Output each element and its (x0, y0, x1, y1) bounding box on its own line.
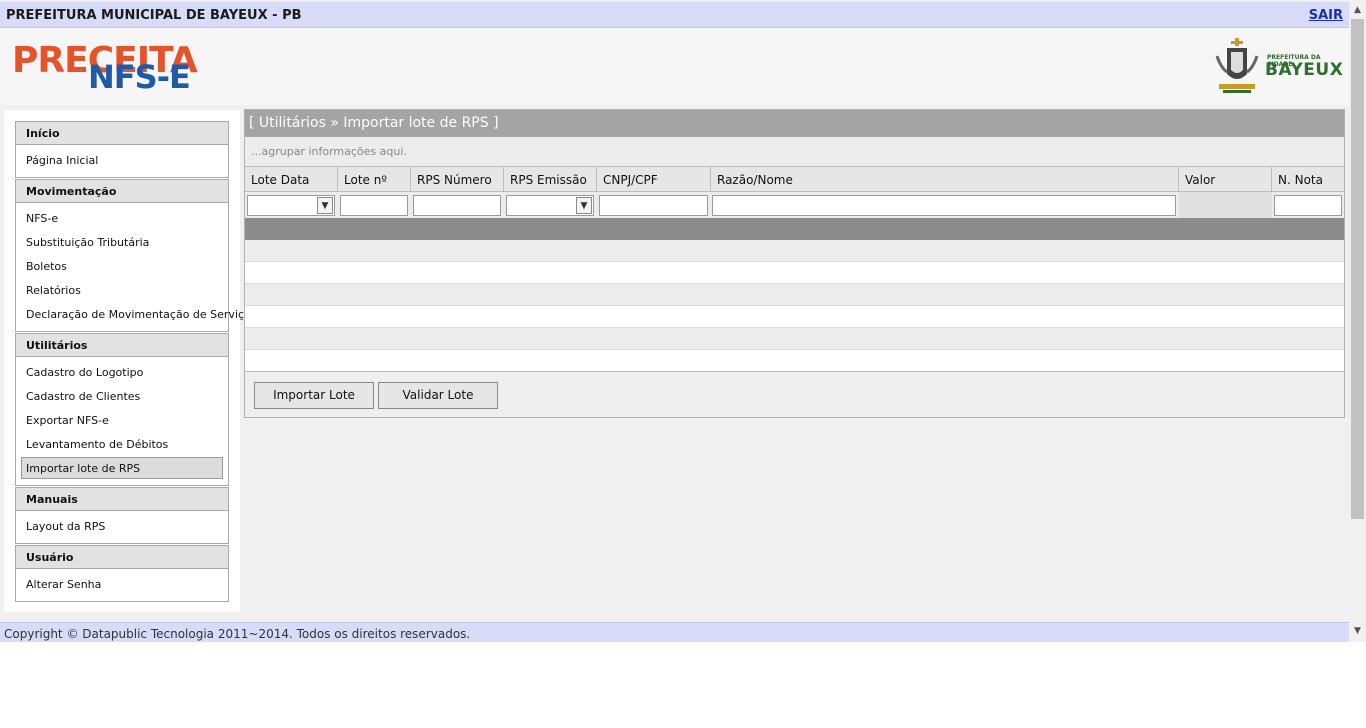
logo-text-bottom: NFS-E (88, 58, 191, 96)
menu-item-cadastro-clientes[interactable]: Cadastro de Clientes (26, 390, 140, 403)
menu-section-usuario-body: Alterar Senha (15, 569, 229, 602)
menu-item-importar-lote-rps[interactable]: Importar lote de RPS (21, 457, 223, 479)
menu-item-alterar-senha[interactable]: Alterar Senha (26, 578, 101, 591)
filter-lote-no-input[interactable] (340, 195, 408, 216)
menu-section-inicio-body: Página Inicial (15, 145, 229, 178)
table-row (245, 240, 1344, 262)
scroll-down-arrow-icon[interactable]: ▼ (1349, 623, 1366, 640)
chevron-down-icon: ▼ (576, 197, 592, 214)
grid-group-row (245, 218, 1344, 240)
table-row (245, 306, 1344, 328)
column-header-rps-emissao[interactable]: RPS Emissão (504, 167, 597, 191)
footer: Copyright © Datapublic Tecnologia 2011~2… (0, 622, 1349, 642)
filter-lote-data-select[interactable]: ▼ (247, 195, 335, 216)
panel-title: [ Utilitários » Importar lote de RPS ] (245, 110, 1344, 137)
menu-section-utilitarios-body: Cadastro do Logotipo Cadastro de Cliente… (15, 357, 229, 486)
menu-section-utilitarios: Utilitários (15, 333, 229, 357)
page-frame: PREFEITURA MUNICIPAL DE BAYEUX - PB SAIR… (0, 0, 1349, 642)
municipality-title: PREFEITURA MUNICIPAL DE BAYEUX - PB (6, 8, 302, 23)
filter-n-nota-input[interactable] (1274, 195, 1342, 216)
menu-section-inicio: Início (15, 121, 229, 145)
preceita-logo: PRECEITA NFS-E (12, 43, 242, 95)
menu-item-pagina-inicial[interactable]: Página Inicial (26, 154, 98, 167)
button-bar: Importar Lote Validar Lote (245, 371, 1344, 417)
column-header-valor[interactable]: Valor (1179, 167, 1272, 191)
vertical-scrollbar[interactable]: ▲ ▼ (1349, 0, 1366, 642)
column-header-cnpj-cpf[interactable]: CNPJ/CPF (597, 167, 711, 191)
scrollbar-thumb[interactable] (1351, 19, 1364, 519)
column-header-rps-numero[interactable]: RPS Número (411, 167, 504, 191)
city-logo: PREFEITURA DA CIDADE BAYEUX (1213, 38, 1343, 96)
top-bar: PREFEITURA MUNICIPAL DE BAYEUX - PB SAIR (0, 2, 1349, 28)
sidebar-menu: Início Página Inicial Movimentação NFS-e… (4, 110, 251, 612)
header: PRECEITA NFS-E PREFEITURA DA CIDADE BAYE… (0, 28, 1349, 105)
filter-rps-emissao-select[interactable]: ▼ (506, 195, 594, 216)
logout-link[interactable]: SAIR (1309, 8, 1343, 23)
menu-item-relatorios[interactable]: Relatórios (26, 284, 81, 297)
filter-row: ▼ ▼ (245, 192, 1344, 218)
filter-razao-nome-input[interactable] (712, 195, 1176, 216)
menu-section-movimentacao-body: NFS-e Substituição Tributária Boletos Re… (15, 203, 251, 332)
validate-lote-button[interactable]: Validar Lote (378, 382, 498, 409)
table-row (245, 284, 1344, 306)
menu-section-manuais-body: Layout da RPS (15, 511, 229, 544)
chevron-down-icon: ▼ (317, 197, 333, 214)
menu-section-usuario: Usuário (15, 545, 229, 569)
table-row (245, 328, 1344, 350)
menu-item-declaracao-movimentacao[interactable]: Declaração de Movimentação de Serviço (26, 308, 251, 321)
table-row (245, 350, 1344, 372)
menu-item-nfse[interactable]: NFS-e (26, 212, 58, 225)
filter-valor-cell (1179, 192, 1272, 218)
menu-section-manuais: Manuais (15, 487, 229, 511)
menu-item-cadastro-logotipo[interactable]: Cadastro do Logotipo (26, 366, 143, 379)
grid-header: Lote Data Lote nº RPS Número RPS Emissão… (245, 167, 1344, 192)
scroll-up-arrow-icon[interactable]: ▲ (1349, 2, 1366, 19)
menu-item-substituicao-tributaria[interactable]: Substituição Tributária (26, 236, 149, 249)
import-rps-panel: [ Utilitários » Importar lote de RPS ] .… (244, 109, 1345, 418)
column-header-lote-data[interactable]: Lote Data (245, 167, 338, 191)
table-row (245, 262, 1344, 284)
menu-item-levantamento-debitos[interactable]: Levantamento de Débitos (26, 438, 168, 451)
filter-cnpj-cpf-input[interactable] (599, 195, 708, 216)
menu-item-boletos[interactable]: Boletos (26, 260, 67, 273)
menu-section-movimentacao: Movimentação (15, 179, 229, 203)
city-logo-name: BAYEUX (1265, 60, 1344, 80)
filter-rps-numero-input[interactable] (413, 195, 501, 216)
column-header-n-nota[interactable]: N. Nota (1272, 167, 1344, 191)
group-by-area[interactable]: ...agrupar informações aqui. (245, 137, 1344, 167)
menu-item-layout-rps[interactable]: Layout da RPS (26, 520, 105, 533)
column-header-lote-no[interactable]: Lote nº (338, 167, 411, 191)
column-header-razao-nome[interactable]: Razão/Nome (711, 167, 1179, 191)
menu-item-exportar-nfse[interactable]: Exportar NFS-e (26, 414, 109, 427)
import-lote-button[interactable]: Importar Lote (254, 382, 374, 409)
coat-of-arms-icon (1215, 38, 1259, 93)
